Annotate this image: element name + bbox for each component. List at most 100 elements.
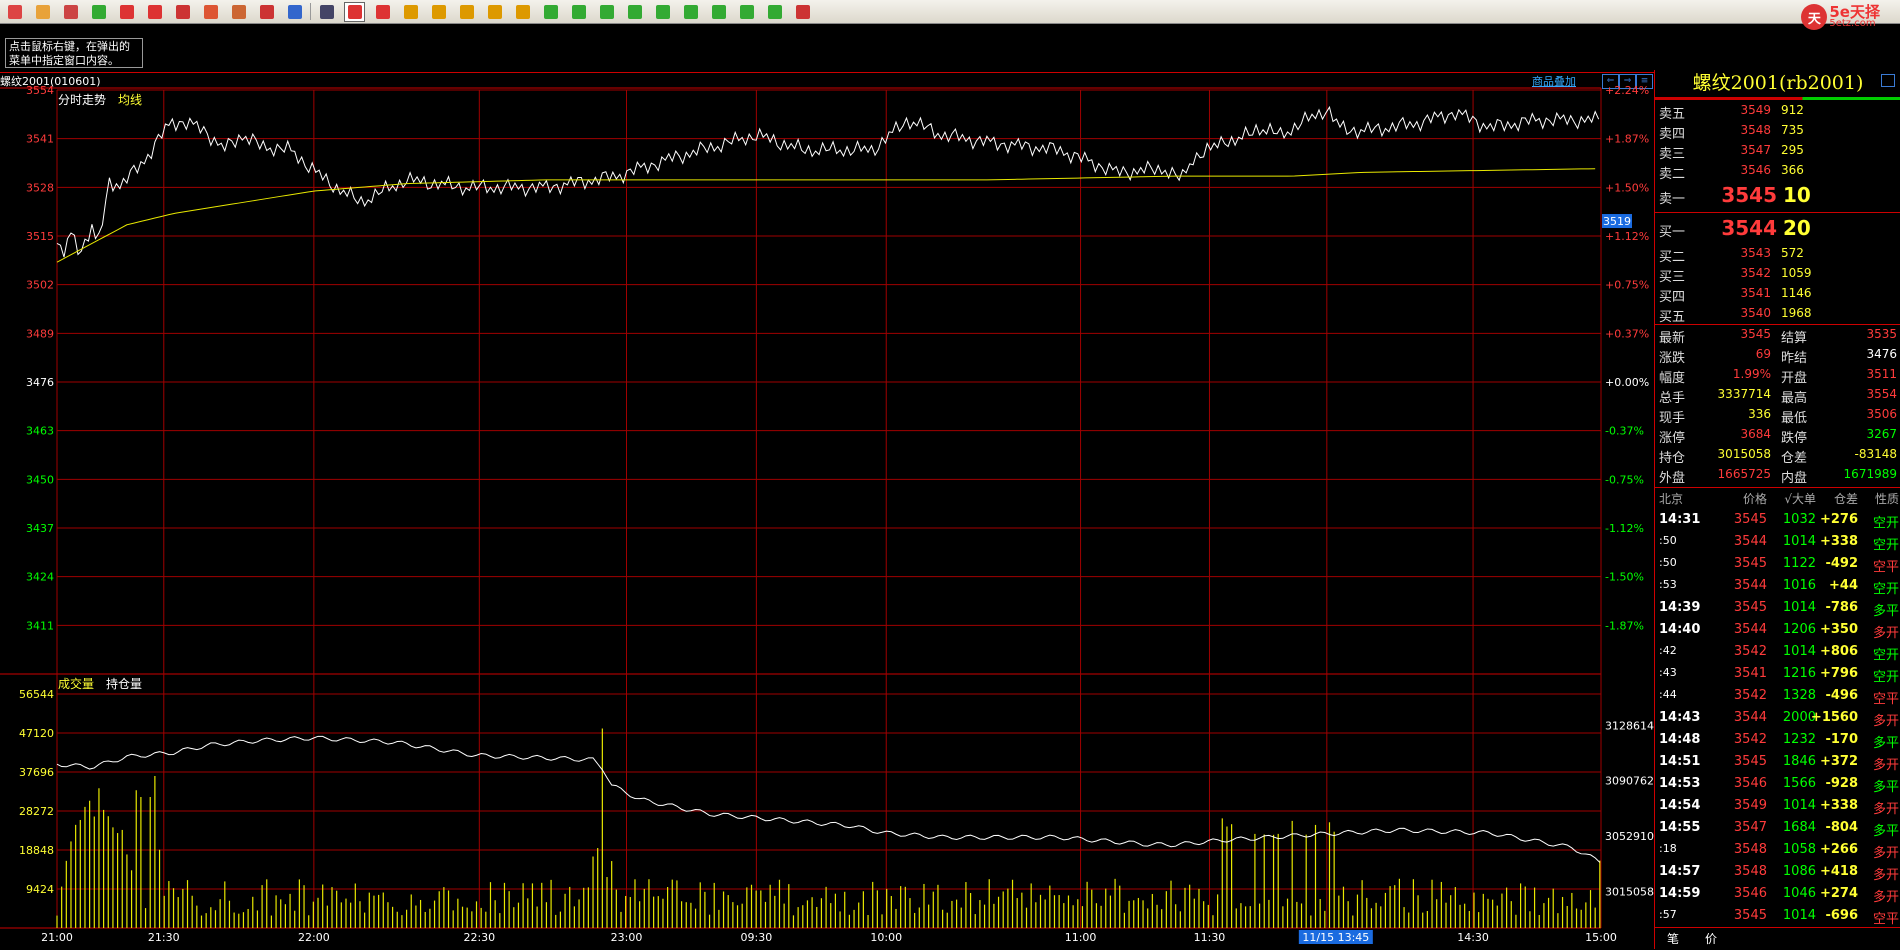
stat-value: 3554 (1866, 387, 1897, 401)
stat-label: 最高 (1781, 391, 1808, 406)
crosshair-time-label: 11/15 13:45 (1302, 931, 1369, 944)
tick-oi-change: +350 (1819, 622, 1858, 637)
footer-tab-price[interactable]: 价 (1693, 930, 1729, 947)
tick-nature: 多开 (1872, 846, 1899, 861)
tick-nature: 多开 (1872, 890, 1899, 905)
tick-volume: 1032 (1782, 512, 1816, 527)
tick-time: 14:53 (1659, 776, 1701, 791)
price-tick-label: 3528 (26, 181, 54, 194)
bid-level-row: 买五 3540 1968 (1655, 306, 1900, 325)
bid-price: 3541 (1740, 286, 1771, 300)
tick-nature: 多平 (1872, 780, 1899, 795)
tick-price: 3546 (1733, 886, 1767, 901)
volume-tick-label: 9424 (26, 883, 54, 896)
ask-level-row: 卖四 3548 735 (1655, 123, 1900, 142)
volume-tick-label: 18848 (19, 844, 54, 857)
stat-label: 昨结 (1781, 351, 1808, 366)
ask1-price: 3545 (1721, 183, 1777, 207)
tick-oi-change: +1560 (1810, 710, 1858, 725)
tick-price: 3544 (1733, 710, 1767, 725)
stat-label: 结算 (1781, 331, 1808, 346)
tick-nature: 空开 (1872, 538, 1899, 553)
tick-oi-change: -170 (1825, 732, 1858, 747)
tick-row: :43 3541 1216 +796 空开 (1655, 666, 1900, 688)
tick-oi-change: +276 (1819, 512, 1858, 527)
percent-tick-label: +0.00% (1605, 376, 1649, 389)
tick-row: 14:48 3542 1232 -170 多平 (1655, 732, 1900, 754)
stat-label: 开盘 (1781, 371, 1808, 386)
tick-row: :50 3544 1014 +338 空开 (1655, 534, 1900, 556)
tick-price: 3548 (1733, 842, 1767, 857)
open-interest-legend: 持仓量 (106, 676, 142, 691)
tick-volume: 1086 (1782, 864, 1816, 879)
stat-label: 内盘 (1781, 471, 1808, 486)
tick-nature: 空平 (1872, 912, 1899, 927)
stat-label: 总手 (1659, 391, 1686, 406)
ask-level-row: 卖三 3547 295 (1655, 143, 1900, 162)
percent-tick-label: +0.37% (1605, 327, 1649, 340)
tick-price: 3545 (1733, 556, 1767, 571)
ask-level-label: 卖三 (1659, 147, 1686, 162)
price-tick-label: 3424 (26, 571, 54, 584)
stat-value: 3506 (1866, 407, 1897, 421)
volume-tick-label: 47120 (19, 727, 54, 740)
open-interest-tick-label: 3128614 (1605, 719, 1654, 732)
price-tick-label: 3515 (26, 230, 54, 243)
ask-level-row: 卖二 3546 366 (1655, 163, 1900, 182)
tick-oi-change: +338 (1819, 534, 1858, 549)
ask-volume: 295 (1781, 143, 1804, 157)
stat-value: 3267 (1866, 427, 1897, 441)
current-price-marker-label: 3519 (1603, 215, 1631, 228)
tick-row: 14:59 3546 1046 +274 多开 (1655, 886, 1900, 908)
tick-row: 14:43 3544 2000 +1560 多开 (1655, 710, 1900, 732)
tick-time: 14:40 (1659, 622, 1701, 637)
bid-volume: 1059 (1781, 266, 1812, 280)
time-tick-label: 14:30 (1457, 931, 1489, 944)
tick-volume: 1014 (1782, 644, 1816, 659)
tick-header-volume[interactable]: √大单 (1784, 490, 1816, 507)
tick-row: 14:53 3546 1566 -928 多平 (1655, 776, 1900, 798)
tick-oi-change: -786 (1825, 600, 1858, 615)
tick-nature: 空平 (1872, 560, 1899, 575)
tick-oi-change: +418 (1819, 864, 1858, 879)
price-tick-label: 3450 (26, 473, 54, 486)
tick-price: 3547 (1733, 820, 1767, 835)
tick-price: 3542 (1733, 688, 1767, 703)
tick-price: 3544 (1733, 534, 1767, 549)
ask-volume: 912 (1781, 103, 1804, 117)
tick-time: 14:55 (1659, 820, 1701, 835)
price-tick-label: 3411 (26, 619, 54, 632)
tick-row: 14:39 3545 1014 -786 多平 (1655, 600, 1900, 622)
quote-panel-toggle[interactable] (1881, 74, 1895, 87)
footer-tab-trades[interactable]: 笔 (1655, 930, 1691, 947)
stat-value: -83148 (1854, 447, 1897, 461)
tick-row: :42 3542 1014 +806 空开 (1655, 644, 1900, 666)
bid-price: 3542 (1740, 266, 1771, 280)
ask-price: 3546 (1740, 163, 1771, 177)
ask-price: 3548 (1740, 123, 1771, 137)
tick-nature: 空平 (1872, 692, 1899, 707)
tick-price: 3545 (1733, 600, 1767, 615)
tick-time: 14:31 (1659, 512, 1701, 527)
tick-oi-change: -492 (1825, 556, 1858, 571)
ask1-volume: 10 (1783, 183, 1811, 207)
bid-level-label: 买三 (1659, 270, 1686, 285)
tick-oi-change: +806 (1819, 644, 1858, 659)
ask1-label: 卖一 (1659, 192, 1686, 207)
intraday-chart[interactable]: 3554 +2.24% 3541 +1.87% 3528 +1.50% 3515 +1.12%… (0, 0, 1654, 949)
tick-price: 3545 (1733, 512, 1767, 527)
stat-label: 跌停 (1781, 431, 1808, 446)
tick-row: 14:51 3545 1846 +372 多开 (1655, 754, 1900, 776)
tick-nature: 多开 (1872, 714, 1899, 729)
stat-row: 总手 3337714 最高 3554 (1655, 387, 1900, 406)
stat-row: 现手 336 最低 3506 (1655, 407, 1900, 426)
stat-value: 3511 (1866, 367, 1897, 381)
tick-price: 3542 (1733, 732, 1767, 747)
bid1-label: 买一 (1659, 225, 1686, 240)
tick-price: 3548 (1733, 864, 1767, 879)
tick-row: :53 3544 1016 +44 空开 (1655, 578, 1900, 600)
stat-label: 持仓 (1659, 451, 1686, 466)
bid-volume: 1968 (1781, 306, 1812, 320)
tick-nature: 多平 (1872, 736, 1899, 751)
tick-time: 14:51 (1659, 754, 1701, 769)
